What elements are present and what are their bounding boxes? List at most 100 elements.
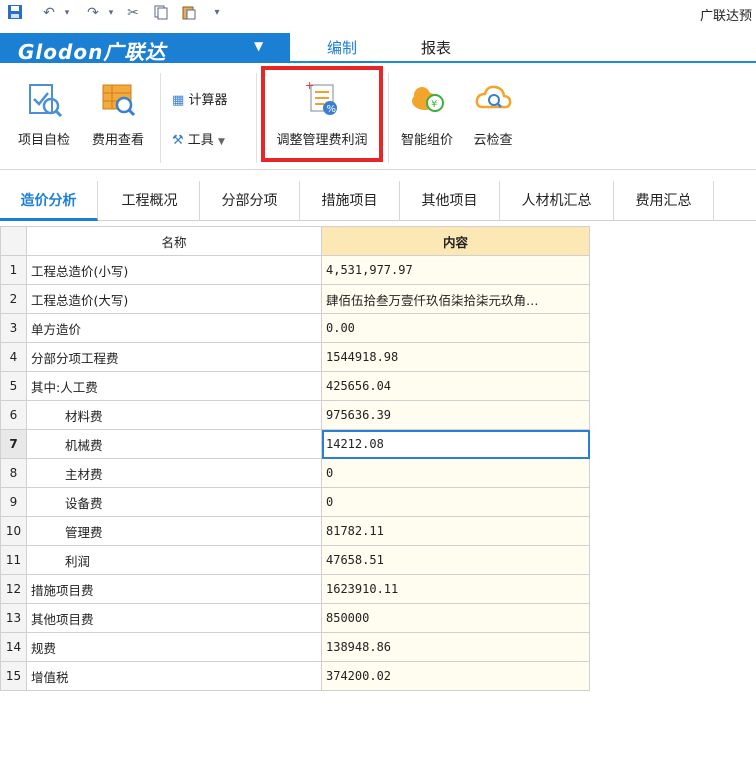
table-row[interactable]: 10 管理费 81782.11	[0, 516, 590, 546]
cloud-check-button[interactable]: 云检查	[462, 71, 524, 148]
row-value[interactable]: 975636.39	[321, 400, 590, 430]
row-value[interactable]: 0	[321, 458, 590, 488]
tab-report[interactable]: 报表	[404, 33, 468, 63]
cut-icon[interactable]: ✂	[124, 4, 142, 22]
row-value[interactable]: 0	[321, 487, 590, 517]
row-value-focused[interactable]: 14212.08	[321, 429, 590, 459]
tab-other-items[interactable]: 其他项目	[400, 181, 500, 221]
row-name[interactable]: 主材费	[26, 458, 322, 488]
cloud-check-label: 云检查	[473, 133, 513, 148]
cost-analysis-table: 名称 内容 1 工程总造价(小写) 4,531,977.97 2 工程总造价(大写) 肆…	[0, 226, 590, 691]
row-value[interactable]: 4,531,977.97	[321, 255, 590, 285]
row-value[interactable]: 1544918.98	[321, 342, 590, 372]
row-value[interactable]: 肆佰伍拾叁万壹仟玖佰柒拾柒元玖角…	[321, 284, 590, 314]
tab-edit[interactable]: 编制	[310, 33, 374, 63]
table-row-selected[interactable]: 7 机械费 14212.08	[0, 429, 590, 459]
table-row[interactable]: 12 措施项目费 1623910.11	[0, 574, 590, 604]
project-check-button[interactable]: 项目自检	[8, 71, 80, 148]
fee-view-button[interactable]: 费用查看	[82, 71, 154, 148]
redo-icon[interactable]: ↷	[84, 4, 102, 22]
row-value[interactable]: 47658.51	[321, 545, 590, 575]
row-name[interactable]: 工程总造价(大写)	[26, 284, 322, 314]
row-name[interactable]: 设备费	[26, 487, 322, 517]
smart-pricing-button[interactable]: ¥ 智能组价	[392, 71, 462, 148]
row-number: 11	[0, 545, 27, 575]
window-title: 广联达预	[699, 9, 752, 24]
row-name[interactable]: 其中:人工费	[26, 371, 322, 401]
table-row[interactable]: 6 材料费 975636.39	[0, 400, 590, 430]
row-name[interactable]: 管理费	[26, 516, 322, 546]
row-number: 15	[0, 661, 27, 691]
table-row[interactable]: 11 利润 47658.51	[0, 545, 590, 575]
app-menu-button[interactable]: Glodon广联达 ▼	[0, 33, 290, 64]
row-number: 9	[0, 487, 27, 517]
row-name[interactable]: 机械费	[26, 429, 322, 459]
table-row[interactable]: 1 工程总造价(小写) 4,531,977.97	[0, 255, 590, 285]
quick-access-toolbar: ↶ ▾ ↷ ▾ ✂ ▾ 广联达预	[0, 0, 756, 28]
chevron-down-icon: ▼	[254, 39, 264, 53]
project-check-icon	[24, 79, 64, 119]
paste-icon[interactable]	[180, 4, 198, 22]
tab-measures[interactable]: 措施项目	[300, 181, 400, 221]
customize-icon[interactable]: ▾	[208, 4, 226, 22]
view-tabs: 造价分析 工程概况 分部分项 措施项目 其他项目 人材机汇总 费用汇总	[0, 181, 756, 221]
row-number: 1	[0, 255, 27, 285]
row-value[interactable]: 850000	[321, 603, 590, 633]
table-row[interactable]: 15 增值税 374200.02	[0, 661, 590, 691]
table-row[interactable]: 13 其他项目费 850000	[0, 603, 590, 633]
table-row[interactable]: 4 分部分项工程费 1544918.98	[0, 342, 590, 372]
tools-label: 工具	[187, 133, 214, 148]
tab-project-overview[interactable]: 工程概况	[100, 181, 200, 221]
row-number: 12	[0, 574, 27, 604]
row-name[interactable]: 增值税	[26, 661, 322, 691]
table-row[interactable]: 5 其中:人工费 425656.04	[0, 371, 590, 401]
tab-labor-material-machine[interactable]: 人材机汇总	[500, 181, 614, 221]
row-value[interactable]: 81782.11	[321, 516, 590, 546]
smart-pricing-label: 智能组价	[400, 133, 453, 148]
save-icon[interactable]	[6, 4, 24, 22]
tab-fee-summary[interactable]: 费用汇总	[614, 181, 714, 221]
row-name[interactable]: 分部分项工程费	[26, 342, 322, 372]
row-number: 3	[0, 313, 27, 343]
calculator-button[interactable]: ▦ 计算器	[172, 89, 227, 108]
table-row[interactable]: 9 设备费 0	[0, 487, 590, 517]
undo-dropdown-icon[interactable]: ▾	[58, 4, 76, 22]
row-name[interactable]: 其他项目费	[26, 603, 322, 633]
redo-dropdown-icon[interactable]: ▾	[102, 4, 120, 22]
row-name[interactable]: 材料费	[26, 400, 322, 430]
row-name[interactable]: 利润	[26, 545, 322, 575]
row-number: 10	[0, 516, 27, 546]
table-row[interactable]: 3 单方造价 0.00	[0, 313, 590, 343]
smart-pricing-icon: ¥	[407, 79, 447, 119]
row-number: 6	[0, 400, 27, 430]
highlight-box	[261, 66, 383, 162]
table-row[interactable]: 14 规费 138948.86	[0, 632, 590, 662]
undo-icon[interactable]: ↶	[40, 4, 58, 22]
row-value[interactable]: 425656.04	[321, 371, 590, 401]
row-name[interactable]: 工程总造价(小写)	[26, 255, 322, 285]
table-row[interactable]: 2 工程总造价(大写) 肆佰伍拾叁万壹仟玖佰柒拾柒元玖角…	[0, 284, 590, 314]
row-value[interactable]: 1623910.11	[321, 574, 590, 604]
calculator-label: 计算器	[188, 93, 228, 108]
calculator-icon: ▦	[172, 93, 185, 108]
column-header-name[interactable]: 名称	[26, 226, 322, 256]
chevron-down-icon: ▼	[217, 137, 225, 147]
glodon-logo: Glodon广联达	[18, 40, 167, 64]
row-number: 4	[0, 342, 27, 372]
copy-icon[interactable]	[152, 4, 170, 22]
tab-cost-analysis[interactable]: 造价分析	[0, 181, 98, 221]
column-header-content[interactable]: 内容	[321, 226, 590, 256]
tools-dropdown[interactable]: ⚒ 工具 ▼	[172, 129, 225, 148]
table-row[interactable]: 8 主材费 0	[0, 458, 590, 488]
svg-text:¥: ¥	[431, 99, 437, 110]
row-value[interactable]: 0.00	[321, 313, 590, 343]
row-name[interactable]: 规费	[26, 632, 322, 662]
row-value[interactable]: 374200.02	[321, 661, 590, 691]
row-number: 14	[0, 632, 27, 662]
ribbon-divider	[160, 73, 161, 163]
row-value[interactable]: 138948.86	[321, 632, 590, 662]
tab-sub-items[interactable]: 分部分项	[200, 181, 300, 221]
row-name[interactable]: 单方造价	[26, 313, 322, 343]
menu-bar: Glodon广联达 ▼ 编制 报表	[0, 33, 756, 64]
row-name[interactable]: 措施项目费	[26, 574, 322, 604]
